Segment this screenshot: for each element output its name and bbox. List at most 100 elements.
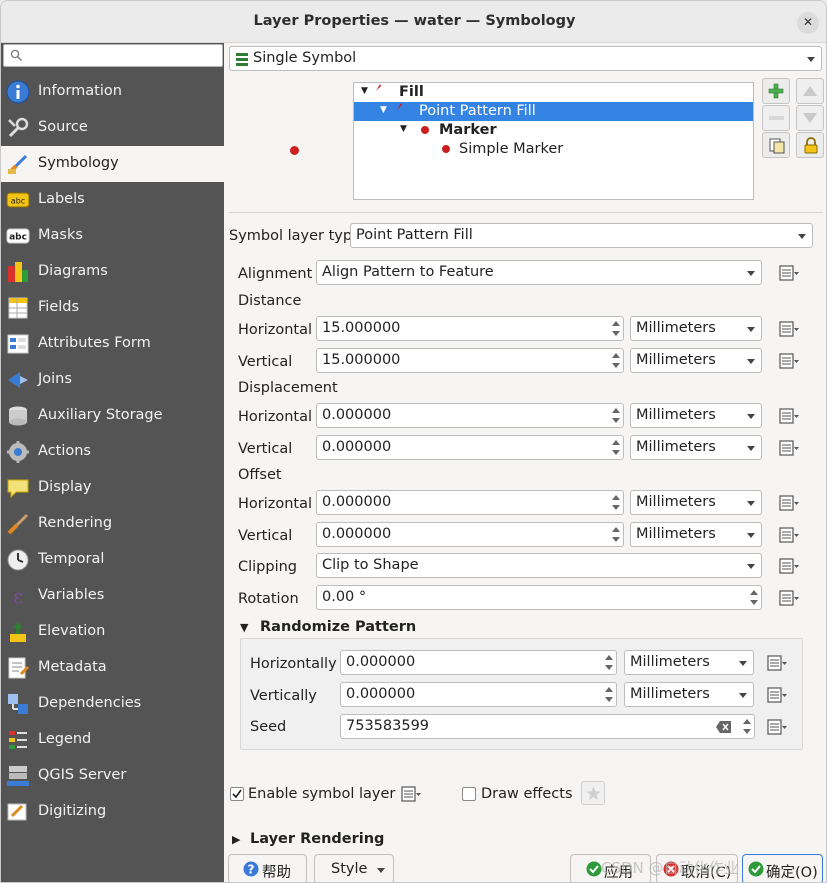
data-defined-override-button[interactable] [778, 438, 800, 458]
data-defined-override-button[interactable] [766, 717, 788, 737]
data-defined-override-button[interactable] [778, 319, 800, 339]
sidebar-item-qgis-server[interactable]: QGIS Server [1, 758, 224, 794]
tree-row-fill[interactable]: ▼ Fill [354, 83, 753, 102]
sidebar-item-source[interactable]: Source [1, 110, 224, 146]
data-defined-override-button[interactable] [766, 653, 788, 673]
sidebar-item-actions[interactable]: Actions [1, 434, 224, 470]
data-defined-override-button[interactable] [778, 493, 800, 513]
sidebar-item-information[interactable]: Information [1, 74, 224, 110]
clipping-select[interactable]: Clip to Shape [316, 553, 762, 578]
displacement-vertical-unit-select[interactable]: Millimeters [630, 435, 762, 460]
duplicate-symbol-layer-button[interactable] [762, 132, 790, 158]
displacement-horizontal-unit-select[interactable]: Millimeters [630, 403, 762, 428]
watermark: CSDN @自动化作业 [601, 859, 739, 877]
actions-icon [7, 441, 29, 463]
sidebar-item-legend[interactable]: Legend [1, 722, 224, 758]
enable-symbol-layer-checkbox[interactable] [230, 787, 244, 801]
sidebar-item-temporal[interactable]: Temporal [1, 542, 224, 578]
sidebar-item-elevation[interactable]: Elevation [1, 614, 224, 650]
clear-icon[interactable] [716, 721, 731, 733]
ok-button[interactable]: 确定(O) [742, 854, 823, 882]
sidebar-item-labels[interactable]: abc Labels [1, 182, 224, 218]
data-defined-override-button[interactable] [400, 784, 422, 804]
sidebar-item-metadata[interactable]: Metadata [1, 650, 224, 686]
data-defined-override-button[interactable] [766, 685, 788, 705]
spin-arrows-icon [743, 719, 751, 734]
tree-label-point-pattern-fill: Point Pattern Fill [419, 103, 536, 119]
rendering-icon [7, 513, 29, 535]
distance-vertical-unit-select[interactable]: Millimeters [630, 348, 762, 373]
displacement-horizontal-label: Horizontal [238, 409, 313, 425]
offset-vertical-unit-select[interactable]: Millimeters [630, 522, 762, 547]
randomize-vertically-spinbox[interactable]: 0.000000 [340, 682, 617, 707]
effects-settings-button[interactable] [581, 781, 605, 805]
sidebar-item-label: Digitizing [38, 803, 107, 819]
seed-spinbox[interactable]: 753583599 [340, 714, 755, 739]
displacement-vertical-spinbox[interactable]: 0.000000 [316, 435, 624, 460]
window-title: Layer Properties — water — Symbology [253, 13, 576, 29]
tree-row-simple-marker[interactable]: Simple Marker [354, 140, 753, 159]
randomize-horizontally-unit-select[interactable]: Millimeters [624, 650, 754, 675]
rotation-spinbox[interactable]: 0.00 ° [316, 585, 762, 610]
sidebar-item-label: Variables [38, 587, 105, 603]
randomize-horizontally-spinbox[interactable]: 0.000000 [340, 650, 617, 675]
data-defined-override-button[interactable] [778, 525, 800, 545]
displacement-horizontal-spinbox[interactable]: 0.000000 [316, 403, 624, 428]
displacement-horizontal-unit-value: Millimeters [636, 407, 716, 423]
distance-horizontal-unit-value: Millimeters [636, 320, 716, 336]
sidebar-item-label: Information [38, 83, 122, 99]
remove-symbol-layer-button[interactable] [762, 105, 790, 131]
sidebar-item-joins[interactable]: Joins [1, 362, 224, 398]
data-defined-override-button[interactable] [778, 556, 800, 576]
offset-horizontal-unit-select[interactable]: Millimeters [630, 490, 762, 515]
sidebar-item-diagrams[interactable]: Diagrams [1, 254, 224, 290]
data-defined-override-button[interactable] [778, 406, 800, 426]
sidebar-item-auxiliary-storage[interactable]: Auxiliary Storage [1, 398, 224, 434]
distance-vertical-spinbox[interactable]: 15.000000 [316, 348, 624, 373]
sidebar-item-masks[interactable]: abc Masks [1, 218, 224, 254]
randomize-horizontally-unit-value: Millimeters [630, 654, 710, 670]
arrow-up-icon [803, 86, 817, 96]
data-defined-override-button[interactable] [778, 263, 800, 283]
distance-horizontal-label: Horizontal [238, 322, 313, 338]
renderer-type-select[interactable]: Single Symbol [229, 46, 822, 71]
randomize-vertically-unit-select[interactable]: Millimeters [624, 682, 754, 707]
randomize-vertically-unit-value: Millimeters [630, 686, 710, 702]
sidebar-item-dependencies[interactable]: Dependencies [1, 686, 224, 722]
symbol-layer-tree[interactable]: ▼ Fill ▼ Point Pattern Fill ▼ Marker Sim… [353, 82, 754, 200]
move-down-button[interactable] [796, 105, 824, 131]
draw-effects-checkbox[interactable] [462, 787, 476, 801]
distance-horizontal-spinbox[interactable]: 15.000000 [316, 316, 624, 341]
chevron-down-icon [798, 234, 806, 239]
offset-horizontal-spinbox[interactable]: 0.000000 [316, 490, 624, 515]
close-button[interactable]: ✕ [797, 12, 819, 34]
displacement-vertical-unit-value: Millimeters [636, 439, 716, 455]
sidebar-item-display[interactable]: Display [1, 470, 224, 506]
lock-layer-button[interactable] [796, 132, 824, 158]
data-defined-override-button[interactable] [778, 588, 800, 608]
sidebar-item-symbology[interactable]: Symbology [1, 146, 224, 182]
sidebar-item-attributes-form[interactable]: Attributes Form [1, 326, 224, 362]
tree-row-marker[interactable]: ▼ Marker [354, 121, 753, 140]
sidebar-item-digitizing[interactable]: Digitizing [1, 794, 224, 830]
symbol-layer-type-select[interactable]: Point Pattern Fill [350, 223, 813, 248]
data-defined-override-button[interactable] [778, 351, 800, 371]
distance-horizontal-unit-select[interactable]: Millimeters [630, 316, 762, 341]
help-button[interactable]: ? 帮助 [228, 854, 307, 882]
offset-vertical-spinbox[interactable]: 0.000000 [316, 522, 624, 547]
sidebar-item-rendering[interactable]: Rendering [1, 506, 224, 542]
add-symbol-layer-button[interactable] [762, 78, 790, 104]
sidebar-item-fields[interactable]: Fields [1, 290, 224, 326]
search-input[interactable] [3, 44, 223, 67]
style-button[interactable]: Style [314, 854, 394, 882]
masks-icon: abc [6, 228, 30, 244]
alignment-select[interactable]: Align Pattern to Feature [316, 260, 762, 285]
displacement-vertical-value: 0.000000 [322, 439, 392, 455]
offset-vertical-value: 0.000000 [322, 526, 392, 542]
auxiliary-storage-icon [9, 406, 27, 426]
tree-row-point-pattern-fill[interactable]: ▼ Point Pattern Fill [354, 102, 753, 121]
draw-effects-label: Draw effects [481, 786, 573, 802]
dependencies-icon [8, 694, 28, 714]
sidebar-item-variables[interactable]: ε Variables [1, 578, 224, 614]
move-up-button[interactable] [796, 78, 824, 104]
